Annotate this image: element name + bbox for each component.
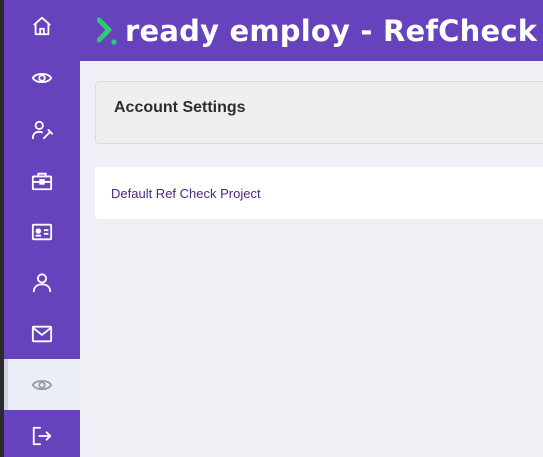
id-card-icon (31, 223, 53, 240)
user-edit-icon (31, 120, 53, 139)
logout-icon (32, 426, 52, 445)
app-title: ready employ - RefCheck (125, 13, 538, 48)
eye-icon (31, 379, 53, 390)
briefcase-icon (31, 172, 53, 190)
home-icon (33, 16, 51, 35)
page-title: Account Settings (114, 98, 246, 116)
sidebar-item-messages[interactable] (4, 308, 80, 359)
mail-icon (31, 325, 53, 342)
top-bar: ready employ - RefCheck (80, 0, 543, 61)
sidebar-item-view-active[interactable] (4, 359, 80, 410)
sidebar-item-home[interactable] (4, 0, 80, 51)
project-card: Default Ref Check Project (95, 167, 543, 219)
sidebar-item-jobs[interactable] (4, 155, 80, 206)
default-project-link[interactable]: Default Ref Check Project (111, 186, 261, 201)
chevron-logo-icon (96, 16, 121, 46)
sidebar-item-candidates[interactable] (4, 104, 80, 155)
sidebar-item-references[interactable] (4, 206, 80, 257)
eye-icon (31, 72, 53, 83)
sidebar-item-logout[interactable] (4, 410, 80, 457)
user-icon (32, 272, 52, 292)
app-window: ready employ - RefCheck Account Settings… (0, 0, 543, 457)
sidebar (4, 0, 80, 457)
sidebar-item-view[interactable] (4, 52, 80, 103)
account-settings-card: Account Settings (95, 81, 543, 144)
sidebar-item-profile[interactable] (4, 257, 80, 308)
